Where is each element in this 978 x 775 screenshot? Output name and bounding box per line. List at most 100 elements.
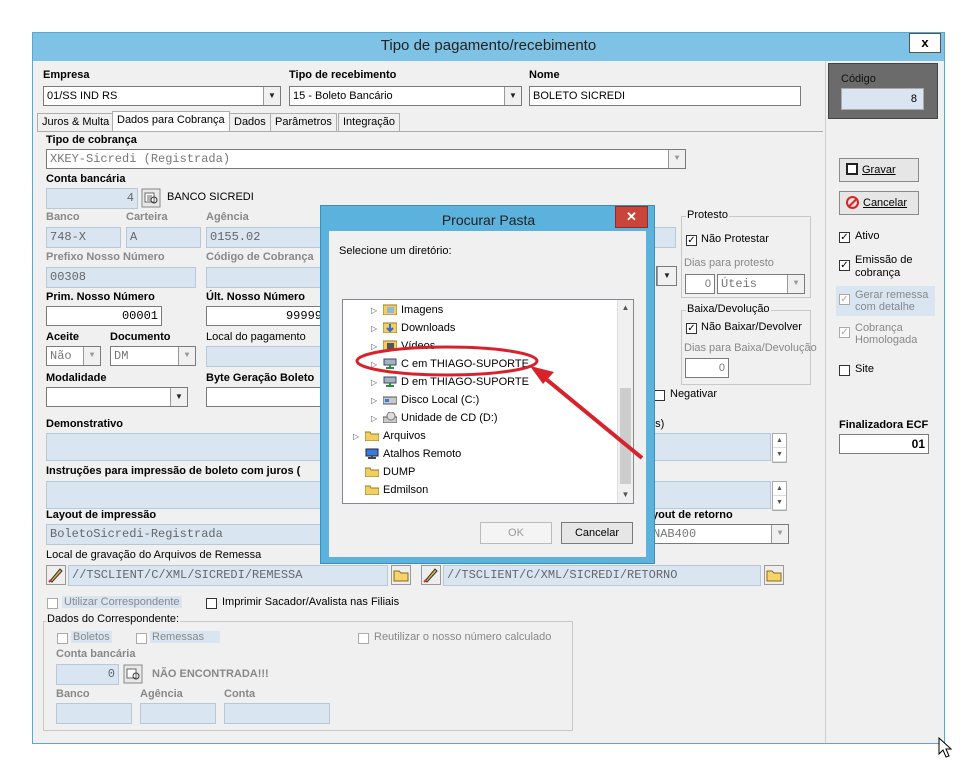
pencil-icon[interactable] [421, 565, 441, 585]
boletos-checkbox[interactable] [57, 633, 68, 644]
dias-baixa-input[interactable]: 0 [685, 358, 729, 378]
tipo-dias-select[interactable]: Úteis ▼ [717, 274, 805, 294]
correspondente-group-label: Dados do Correspondente: [46, 613, 181, 625]
tipo-cobranca-select[interactable]: XKEY-Sicredi (Registrada) ▼ [46, 149, 686, 169]
scroll-up-icon[interactable]: ▲ [618, 300, 633, 316]
nome-input[interactable]: BOLETO SICREDI [529, 86, 801, 106]
mouse-cursor-icon [938, 737, 953, 758]
cancelar-button[interactable]: Cancelar [839, 191, 919, 215]
layout-impressao-label: Layout de impressão [46, 509, 157, 521]
title-bar: Tipo de pagamento/recebimento x [33, 33, 944, 61]
tipo-dias-value: Úteis [721, 277, 758, 291]
layout-retorno-select[interactable]: NAB400 ▼ [649, 524, 789, 544]
reutilizar-checkbox[interactable] [358, 633, 369, 644]
tab-parametros[interactable]: Parâmetros [270, 113, 337, 131]
tab-dados[interactable]: Dados [229, 113, 271, 131]
empresa-select[interactable]: 01/SS IND RS ▼ [43, 86, 281, 106]
folder-open-icon[interactable] [764, 565, 784, 585]
right-panel: Código 8 Gravar Cancelar ✓ Ativo ✓ Emiss… [825, 61, 944, 743]
chevron-down-icon: ▼ [504, 87, 521, 105]
conta-bancaria-input[interactable]: 4 [46, 188, 138, 209]
dialog-title: Procurar Pasta [441, 212, 536, 228]
byte-geracao-input[interactable] [206, 387, 326, 407]
close-button[interactable]: x [909, 33, 941, 53]
chevron-down-icon: ▼ [170, 388, 187, 406]
window-title: Tipo de pagamento/recebimento [380, 37, 597, 54]
modalidade-select[interactable]: ▼ [46, 387, 188, 407]
conta-bancaria-label: Conta bancária [46, 173, 126, 185]
gerar-remessa-checkbox[interactable]: ✓ [839, 294, 850, 305]
annotation-arrow [533, 368, 644, 460]
annotation-overlay [355, 345, 644, 460]
aceite-select[interactable]: Não ▼ [46, 346, 101, 366]
chevron-down-icon: ▼ [657, 267, 676, 285]
layout-retorno-label: yout de retorno [652, 509, 733, 521]
imprimir-sacador-label: Imprimir Sacador/Avalista nas Filiais [222, 596, 400, 608]
local-pagamento-input [206, 346, 326, 367]
byte-geracao-label: Byte Geração Boleto [206, 372, 315, 384]
imprimir-sacador-checkbox[interactable] [206, 598, 217, 609]
tab-integracao[interactable]: Integração [338, 113, 400, 131]
chevron-down-icon: ▼ [771, 525, 788, 543]
cobranca-homologada-checkbox[interactable]: ✓ [839, 327, 850, 338]
site-checkbox[interactable] [839, 365, 850, 376]
hidden-select[interactable]: ▼ [656, 266, 677, 286]
search-icon[interactable] [141, 188, 161, 208]
dias-protesto-input[interactable]: 0 [685, 274, 715, 294]
reutilizar-label: Reutilizar o nosso número calculado [374, 631, 552, 643]
ult-nosso-numero-input[interactable]: 99999 [206, 306, 326, 326]
tree-item-downloads[interactable]: ▷ Downloads [371, 319, 455, 337]
corresp-conta2-label: Conta [224, 688, 256, 700]
ativo-checkbox[interactable]: ✓ [839, 232, 850, 243]
emissao-checkbox[interactable]: ✓ [839, 260, 850, 271]
expand-icon[interactable]: ▷ [371, 302, 383, 320]
instrucoes-label: Instruções para impressão de boleto com … [46, 465, 301, 477]
carteira-input: A [126, 227, 201, 248]
nao-protestar-checkbox[interactable]: ✓ [686, 235, 697, 246]
codigo-input: 8 [841, 88, 924, 110]
search-icon[interactable] [123, 664, 143, 684]
boletos-label: Boletos [71, 631, 112, 643]
chevron-down-icon: ▼ [178, 347, 195, 365]
documento-select[interactable]: DM ▼ [110, 346, 196, 366]
chevron-down-icon: ▼ [668, 150, 685, 168]
gravar-button[interactable]: Gravar [839, 158, 919, 182]
tree-item-edmilson[interactable]: Edmilson [353, 481, 428, 499]
demonstrativo-label: Demonstrativo [46, 418, 124, 430]
banco-label: Banco [46, 211, 80, 223]
dialog-cancel-button[interactable]: Cancelar [561, 522, 633, 544]
folder-icon [365, 485, 379, 495]
dias-baixa-label: Dias para Baixa/Devolução [684, 342, 817, 354]
folder-open-icon[interactable] [391, 565, 411, 585]
local-pagamento-label: Local do pagamento [206, 331, 306, 343]
demonstrativo-scrollbar[interactable]: ▲ ▼ [772, 433, 787, 463]
negativar-checkbox[interactable] [654, 390, 665, 401]
finalizadora-input[interactable]: 01 [839, 434, 929, 454]
pencil-icon[interactable] [46, 565, 66, 585]
expand-icon[interactable]: ▷ [371, 320, 383, 338]
nome-label: Nome [529, 69, 560, 81]
nao-baixar-checkbox[interactable]: ✓ [686, 323, 697, 334]
agencia-label: Agência [206, 211, 249, 223]
corresp-agencia-label: Agência [140, 688, 183, 700]
ok-button[interactable]: OK [480, 522, 552, 544]
tipo-cobranca-value: XKEY-Sicredi (Registrada) [50, 152, 231, 166]
finalizadora-label: Finalizadora ECF [839, 419, 929, 431]
dias-protesto-label: Dias para protesto [684, 257, 774, 269]
tree-item-label: DUMP [383, 466, 416, 478]
corresp-agencia-input [140, 703, 216, 724]
tree-item-dump[interactable]: DUMP [353, 463, 415, 481]
dialog-close-button[interactable]: ✕ [615, 206, 648, 228]
tipo-recebimento-select[interactable]: 15 - Boleto Bancário ▼ [289, 86, 522, 106]
remessas-checkbox[interactable] [136, 633, 147, 644]
prim-nosso-numero-input[interactable]: 00001 [46, 306, 162, 326]
banco-input: 748-X [46, 227, 121, 248]
utilizar-correspondente-label: Utilizar Correspondente [62, 596, 182, 608]
utilizar-correspondente-checkbox[interactable] [47, 598, 58, 609]
tree-item-label: Downloads [401, 322, 456, 334]
tab-dados-cobranca[interactable]: Dados para Cobrança [112, 111, 230, 132]
scroll-down-icon[interactable]: ▼ [618, 487, 633, 503]
tree-item-imagens[interactable]: ▷ Imagens [371, 301, 443, 319]
tab-juros-multa[interactable]: Juros & Multa [37, 113, 115, 131]
instrucoes-scrollbar[interactable]: ▲ ▼ [772, 481, 787, 511]
